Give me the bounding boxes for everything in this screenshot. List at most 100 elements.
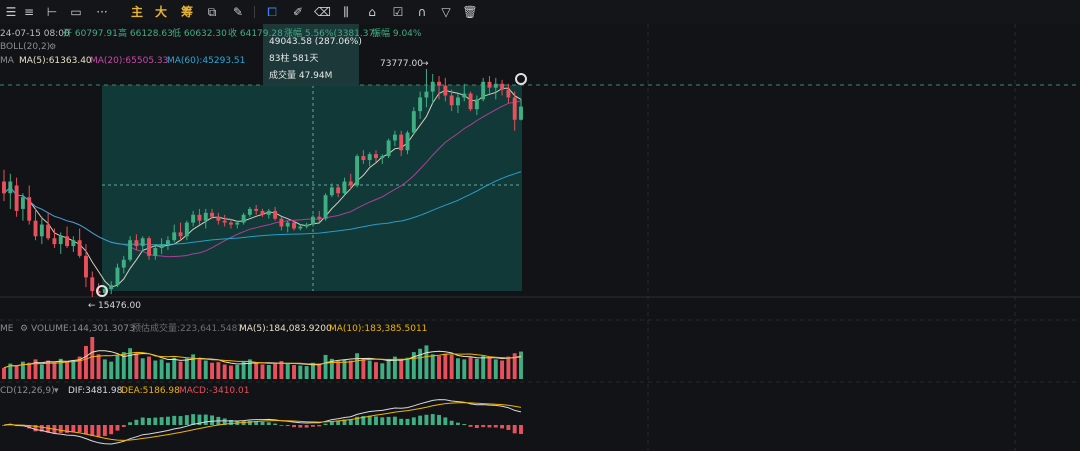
volume-bar [367,360,372,379]
macd-histogram-bar [430,414,435,425]
volume-bar [437,356,441,379]
boll-label[interactable]: BOLL(20,2) [0,42,50,52]
volume-bar [109,361,114,379]
ohlc-low: 低 60632.30 [172,27,227,39]
candle-body [405,132,410,151]
volume-bar [487,357,492,379]
macd-histogram-bar [374,416,378,425]
macd-histogram-bar [285,425,290,427]
candle-body [380,156,385,159]
volume-bar [399,359,404,379]
volume-bar [468,357,473,379]
volume-bar [304,366,309,379]
macd-histogram-bar [153,417,158,425]
chart-canvas[interactable]: 49043.58 (287.06%) 83柱 581天 成交量 47.94M 7… [0,0,1080,451]
volume-bar [140,358,145,379]
candle-body [304,224,309,227]
volume-bar [178,361,183,379]
candle-body [519,106,523,120]
macd-histogram-bar [121,425,126,427]
ma20-value: MA(20):65505.33 [90,56,168,66]
volume-bar [374,362,378,379]
volume-bar [222,364,227,379]
volume-bar [235,365,240,379]
candle-body [109,285,114,290]
volume-bar [39,364,44,379]
macd-dea: DEA:5186.98 [121,386,180,396]
candle-body [449,95,454,106]
macd-histogram-bar [184,415,189,425]
volume-bar [147,356,151,379]
macd-histogram-bar [147,417,151,425]
macd-histogram-bar [323,423,328,425]
volume-bar [336,361,341,379]
candle-body [279,218,284,227]
measure-end-handle[interactable] [515,73,527,85]
candle-body [468,93,473,110]
volume-settings-icon: ⚙ [20,324,28,334]
volume-bar [159,359,164,379]
candle-body [14,185,19,211]
candle-body [115,267,120,286]
volume-bar [298,365,303,379]
candle-body [8,181,13,194]
candle-body [493,83,498,88]
ma5-value: MA(5):61363.40 [19,56,92,66]
volume-bar [153,360,158,379]
macd-histogram-bar [115,425,120,431]
measure-region[interactable] [102,85,522,291]
boll-settings-icon[interactable]: ⚙ [49,42,56,51]
macd-histogram-bar [109,425,114,435]
volume-legend: ME ⚙ VOLUME:144,301.3073 预估成交量:223,641.5… [0,322,427,334]
volume-bar [424,345,429,379]
macd-histogram-bar [399,418,404,425]
macd-histogram-bar [455,422,460,425]
candle-body [178,232,183,237]
measure-volume: 成交量 47.94M [269,69,332,81]
ohlc-amplitude: 振幅 9.04% [372,27,422,39]
macd-histogram-bar [191,414,196,425]
macd-histogram-bar [159,417,164,425]
volume-bar [449,354,454,379]
candle-body [140,238,145,247]
volume-bar [71,359,76,379]
macd-histogram-bar [140,417,145,425]
macd-histogram-bar [128,422,133,425]
candle-body [292,222,296,229]
macd-histogram-bar [58,425,63,433]
candle-body [184,222,189,237]
volume-bar [260,364,265,379]
candle-body [191,214,196,223]
ohlc-bar: 24-07-15 08:00 开 60797.91 高 66128.63 低 6… [0,27,422,39]
candle-body [430,81,435,92]
candle-body [411,111,416,133]
candle-body [399,134,404,151]
candle-body [216,216,221,221]
macd-histogram-bar [411,417,416,425]
macd-histogram-bar [506,425,511,430]
volume-bar [266,365,271,379]
low-price-arrow: ← [88,301,96,311]
volume-bar [65,361,70,379]
ohlc-open: 开 60797.91 [63,28,118,39]
macd-histogram-bar [519,425,523,434]
volume-bar [418,348,423,379]
candle-body [418,97,423,112]
volume-bar [254,363,259,379]
macd-histogram-bar [210,415,215,425]
macd-histogram-bar [405,418,410,425]
volume-bar [84,345,88,379]
macd-histogram-bar [487,425,492,428]
macd-histogram-bar [203,414,208,425]
candle-body [273,210,278,219]
macd-histogram-bar [165,416,170,425]
candle-body [424,91,429,98]
volume-bar [361,358,366,379]
candle-body [254,208,259,211]
macd-histogram-bar [298,425,303,428]
macd-histogram-bar [317,425,322,427]
volume-bar [172,357,177,379]
volume-bar [210,362,215,379]
measure-bars: 83柱 581天 [269,52,319,64]
candle-body [235,222,240,225]
